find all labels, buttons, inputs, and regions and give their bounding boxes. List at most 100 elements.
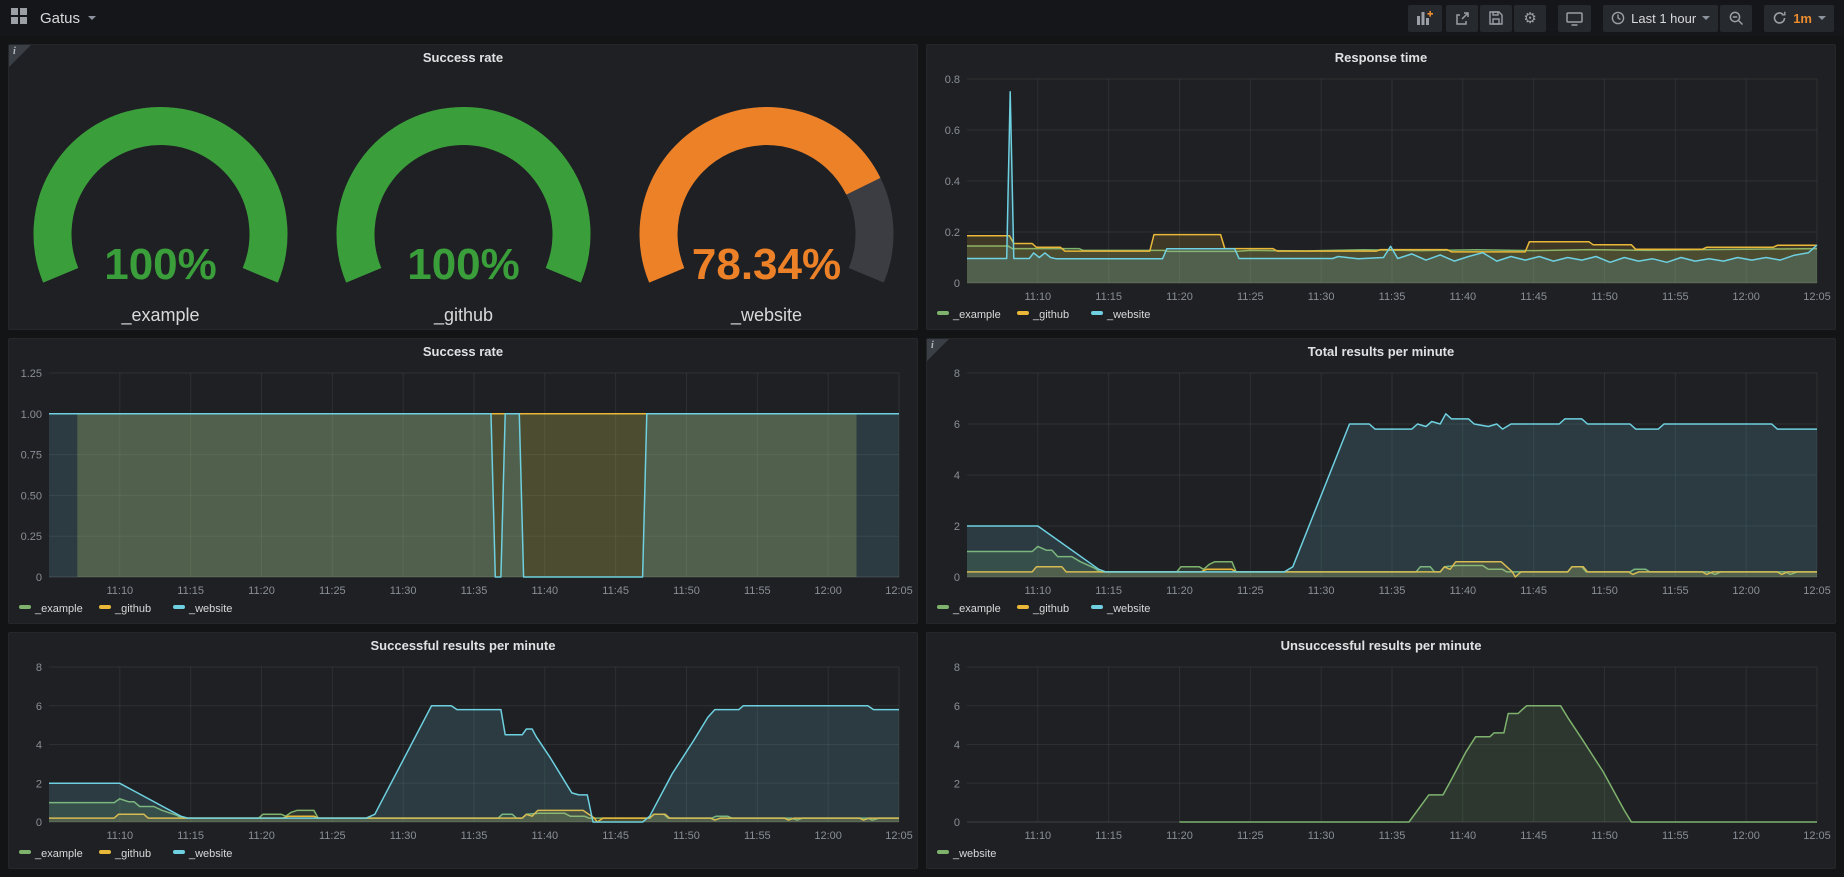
y-tick-label: 1.25 [21, 368, 42, 380]
x-tick-label: 11:45 [1520, 585, 1547, 597]
y-tick-label: 6 [36, 701, 42, 713]
legend-item-_website[interactable]: _website [1091, 603, 1150, 615]
series-area-_website [49, 414, 899, 577]
legend-item-_github[interactable]: _github [1017, 309, 1069, 321]
x-tick-label: 11:40 [531, 585, 558, 597]
legend-item-_example[interactable]: _example [19, 603, 83, 615]
legend-label: _example [952, 603, 1001, 615]
chevron-down-icon [88, 16, 96, 20]
total-results-chart: 0246811:1011:1511:2011:2511:3011:3511:40… [931, 363, 1831, 621]
legend-item-_website[interactable]: _website [173, 603, 232, 615]
tv-monitor-icon [1566, 11, 1583, 26]
x-tick-label: 11:20 [1166, 291, 1193, 303]
x-tick-label: 11:30 [1308, 291, 1335, 303]
y-tick-label: 4 [954, 740, 960, 752]
apps-grid-icon[interactable] [10, 7, 28, 30]
panel-title[interactable]: Response time [927, 45, 1835, 69]
x-tick-label: 11:40 [1449, 585, 1476, 597]
x-tick-label: 11:35 [461, 830, 488, 842]
x-tick-label: 12:05 [1803, 291, 1831, 303]
gauge-value: 100% [407, 240, 520, 289]
legend-item-_example[interactable]: _example [19, 848, 83, 860]
dashboard-title-dropdown[interactable]: Gatus [40, 10, 96, 27]
clock-icon [1611, 11, 1625, 25]
legend-label: _example [952, 309, 1001, 321]
legend-label: _website [1106, 603, 1150, 615]
y-tick-label: 2 [954, 778, 960, 790]
legend-label: _website [188, 848, 232, 860]
panel-title[interactable]: Success rate [9, 339, 917, 363]
legend-swatch [99, 850, 111, 854]
x-tick-label: 11:35 [461, 585, 488, 597]
panel-title[interactable]: Successful results per minute [9, 633, 917, 657]
x-tick-label: 12:05 [885, 830, 913, 842]
x-tick-label: 11:50 [1591, 291, 1618, 303]
legend-item-_website[interactable]: _website [1091, 309, 1150, 321]
x-tick-label: 11:45 [1520, 830, 1547, 842]
legend-item-_website[interactable]: _website [173, 848, 232, 860]
x-tick-label: 11:45 [602, 585, 629, 597]
legend-swatch [937, 605, 949, 609]
unsuccessful-results-chart: 0246811:1011:1511:2011:2511:3011:3511:40… [931, 657, 1831, 866]
x-tick-label: 11:30 [390, 585, 417, 597]
refresh-interval-button[interactable]: 1m [1764, 5, 1834, 32]
legend-item-_website[interactable]: _website [937, 848, 996, 860]
x-tick-label: 11:55 [1662, 291, 1689, 303]
legend-item-_github[interactable]: _github [99, 848, 151, 860]
panel-unsuccessful-results: Unsuccessful results per minute 0246811:… [926, 632, 1836, 869]
x-tick-label: 11:55 [1662, 585, 1689, 597]
panel-total-results: i Total results per minute 0246811:1011:… [926, 338, 1836, 624]
x-tick-label: 11:50 [673, 830, 700, 842]
x-tick-label: 11:25 [319, 830, 346, 842]
y-tick-label: 0 [954, 817, 960, 829]
legend-swatch [173, 605, 185, 609]
x-tick-label: 11:20 [1166, 830, 1193, 842]
x-tick-label: 11:30 [1308, 585, 1335, 597]
x-tick-label: 11:25 [319, 585, 346, 597]
y-tick-label: 1.00 [21, 409, 42, 421]
legend-label: _website [188, 603, 232, 615]
time-range-picker[interactable]: Last 1 hour [1603, 5, 1718, 32]
series-area-_website [967, 414, 1817, 577]
share-button[interactable] [1446, 5, 1478, 32]
panel-title[interactable]: Total results per minute [927, 339, 1835, 363]
x-tick-label: 11:50 [1591, 830, 1618, 842]
y-tick-label: 0 [954, 278, 960, 290]
gauge-label: _example [120, 305, 199, 326]
gauges-row: 100% _example 100%_github 78.34% _website [9, 69, 917, 329]
series-area-_website [1180, 706, 1818, 822]
add-panel-button[interactable] [1408, 5, 1442, 32]
zoom-out-button[interactable] [1720, 5, 1752, 32]
x-tick-label: 11:40 [531, 830, 558, 842]
x-tick-label: 12:00 [1732, 291, 1760, 303]
legend-item-_github[interactable]: _github [99, 603, 151, 615]
gauge-label: _website [730, 305, 802, 326]
legend-item-_example[interactable]: _example [937, 309, 1001, 321]
y-tick-label: 0.2 [945, 227, 960, 239]
panel-title[interactable]: Unsuccessful results per minute [927, 633, 1835, 657]
refresh-icon [1772, 11, 1787, 25]
y-tick-label: 0.8 [945, 74, 960, 86]
save-button[interactable] [1480, 5, 1512, 32]
x-tick-label: 11:10 [1024, 830, 1051, 842]
success-rate-chart: 00.250.500.751.001.2511:1011:1511:2011:2… [13, 363, 913, 621]
top-navbar: Gatus ⚙ [0, 0, 1844, 36]
cycle-view-mode-button[interactable] [1558, 5, 1591, 32]
panel-title[interactable]: Success rate [9, 45, 917, 69]
panel-successful-results: Successful results per minute 0246811:10… [8, 632, 918, 869]
gauge-_github: 100%_github [312, 69, 615, 330]
legend-label: _github [1032, 603, 1069, 615]
dashboard-title: Gatus [40, 10, 80, 27]
settings-button[interactable]: ⚙ [1514, 5, 1546, 32]
legend-label: _example [34, 603, 83, 615]
gauge-value: 78.34% [692, 240, 841, 289]
info-corner-icon[interactable]: i [9, 45, 31, 67]
legend-item-_example[interactable]: _example [937, 603, 1001, 615]
x-tick-label: 11:20 [1166, 585, 1193, 597]
chart-canvas: 00.250.500.751.001.2511:1011:1511:2011:2… [13, 363, 913, 621]
x-tick-label: 11:25 [1237, 291, 1264, 303]
info-corner-icon[interactable]: i [927, 339, 949, 361]
legend-swatch [99, 605, 111, 609]
x-tick-label: 12:05 [1803, 830, 1831, 842]
legend-item-_github[interactable]: _github [1017, 603, 1069, 615]
